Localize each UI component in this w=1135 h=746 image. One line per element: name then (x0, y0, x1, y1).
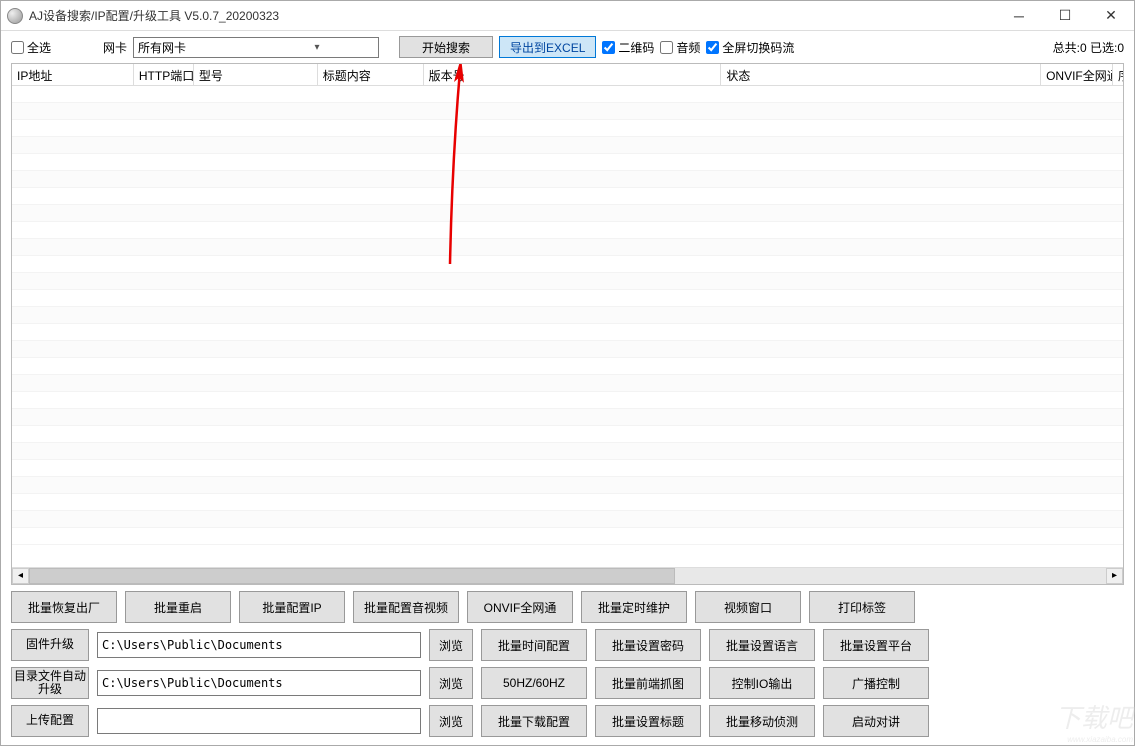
dir-path-input[interactable] (97, 670, 421, 696)
export-excel-button[interactable]: 导出到EXCEL (499, 36, 596, 58)
chevron-down-icon: ▾ (256, 42, 378, 53)
close-button[interactable]: ✕ (1088, 1, 1134, 31)
table-row[interactable] (12, 307, 1123, 324)
start-intercom-button[interactable]: 启动对讲 (823, 705, 929, 737)
scroll-right-icon[interactable]: ▸ (1106, 568, 1123, 584)
horizontal-scrollbar[interactable]: ◂ ▸ (12, 567, 1123, 584)
maximize-button[interactable]: ☐ (1042, 1, 1088, 31)
dir-browse-button[interactable]: 浏览 (429, 667, 473, 699)
start-search-button[interactable]: 开始搜索 (399, 36, 493, 58)
window-title: AJ设备搜索/IP配置/升级工具 V5.0.7_20200323 (29, 7, 279, 24)
dir-auto-upgrade-button[interactable]: 目录文件自动升级 (11, 667, 89, 699)
nic-combobox[interactable]: 所有网卡 ▾ (133, 37, 379, 58)
col-model[interactable]: 型号 (194, 64, 318, 85)
table-row[interactable] (12, 324, 1123, 341)
table-row[interactable] (12, 120, 1123, 137)
batch-factory-reset-button[interactable]: 批量恢复出厂 (11, 591, 117, 623)
table-row[interactable] (12, 256, 1123, 273)
control-io-output-button[interactable]: 控制IO输出 (709, 667, 815, 699)
table-row[interactable] (12, 392, 1123, 409)
table-row[interactable] (12, 443, 1123, 460)
batch-set-password-button[interactable]: 批量设置密码 (595, 629, 701, 661)
table-row[interactable] (12, 188, 1123, 205)
table-row[interactable] (12, 239, 1123, 256)
firmware-upgrade-button[interactable]: 固件升级 (11, 629, 89, 661)
batch-timed-maint-button[interactable]: 批量定时维护 (581, 591, 687, 623)
col-http-port[interactable]: HTTP端口 (134, 64, 194, 85)
firmware-path-input[interactable] (97, 632, 421, 658)
hz-button[interactable]: 50HZ/60HZ (481, 667, 587, 699)
batch-motion-detect-button[interactable]: 批量移动侦测 (709, 705, 815, 737)
dir-auto-row: 目录文件自动升级 浏览 50HZ/60HZ 批量前端抓图 控制IO输出 广播控制 (1, 663, 1134, 701)
batch-reboot-button[interactable]: 批量重启 (125, 591, 231, 623)
table-row[interactable] (12, 86, 1123, 103)
table-row[interactable] (12, 222, 1123, 239)
upload-path-input[interactable] (97, 708, 421, 734)
table-row[interactable] (12, 511, 1123, 528)
batch-set-title-button[interactable]: 批量设置标题 (595, 705, 701, 737)
table-row[interactable] (12, 171, 1123, 188)
batch-front-snapshot-button[interactable]: 批量前端抓图 (595, 667, 701, 699)
table-row[interactable] (12, 494, 1123, 511)
scroll-left-icon[interactable]: ◂ (12, 568, 29, 584)
upload-browse-button[interactable]: 浏览 (429, 705, 473, 737)
audio-checkbox[interactable]: 音频 (660, 39, 700, 56)
table-row[interactable] (12, 375, 1123, 392)
device-table: IP地址 HTTP端口 型号 标题内容 版本号 状态 ONVIF全网通 序列号 (11, 63, 1124, 585)
firmware-row: 固件升级 浏览 批量时间配置 批量设置密码 批量设置语言 批量设置平台 (1, 625, 1134, 663)
table-row[interactable] (12, 205, 1123, 222)
table-row[interactable] (12, 154, 1123, 171)
col-onvif[interactable]: ONVIF全网通 (1041, 64, 1113, 85)
col-title[interactable]: 标题内容 (318, 64, 424, 85)
table-row[interactable] (12, 137, 1123, 154)
print-label-button[interactable]: 打印标签 (809, 591, 915, 623)
col-serial[interactable]: 序列号 (1113, 64, 1123, 85)
minimize-button[interactable]: ─ (996, 1, 1042, 31)
table-row[interactable] (12, 103, 1123, 120)
video-window-button[interactable]: 视频窗口 (695, 591, 801, 623)
table-row[interactable] (12, 528, 1123, 545)
batch-set-platform-button[interactable]: 批量设置平台 (823, 629, 929, 661)
app-icon (7, 8, 23, 24)
table-row[interactable] (12, 477, 1123, 494)
col-version[interactable]: 版本号 (424, 64, 722, 85)
upload-config-button[interactable]: 上传配置 (11, 705, 89, 737)
table-row[interactable] (12, 426, 1123, 443)
toolbar: 全选 网卡 所有网卡 ▾ 开始搜索 导出到EXCEL 二维码 音频 全屏切换码流… (1, 31, 1134, 61)
qrcode-checkbox[interactable]: 二维码 (602, 39, 654, 56)
batch-config-ip-button[interactable]: 批量配置IP (239, 591, 345, 623)
col-ip[interactable]: IP地址 (12, 64, 134, 85)
fullscreen-stream-checkbox[interactable]: 全屏切换码流 (706, 39, 794, 56)
batch-time-config-button[interactable]: 批量时间配置 (481, 629, 587, 661)
table-body (12, 86, 1123, 567)
title-bar: AJ设备搜索/IP配置/升级工具 V5.0.7_20200323 ─ ☐ ✕ (1, 1, 1134, 31)
table-row[interactable] (12, 358, 1123, 375)
onvif-button[interactable]: ONVIF全网通 (467, 591, 573, 623)
batch-download-config-button[interactable]: 批量下载配置 (481, 705, 587, 737)
select-all-checkbox[interactable]: 全选 (11, 39, 51, 56)
table-row[interactable] (12, 341, 1123, 358)
action-row-1: 批量恢复出厂 批量重启 批量配置IP 批量配置音视频 ONVIF全网通 批量定时… (1, 585, 1134, 625)
nic-label: 网卡 (103, 39, 127, 56)
table-row[interactable] (12, 273, 1123, 290)
upload-row: 上传配置 浏览 批量下载配置 批量设置标题 批量移动侦测 启动对讲 (1, 701, 1134, 745)
table-row[interactable] (12, 409, 1123, 426)
batch-set-language-button[interactable]: 批量设置语言 (709, 629, 815, 661)
col-status[interactable]: 状态 (721, 64, 1041, 85)
table-header: IP地址 HTTP端口 型号 标题内容 版本号 状态 ONVIF全网通 序列号 (12, 64, 1123, 86)
table-row[interactable] (12, 290, 1123, 307)
count-status: 总共:0 已选:0 (1053, 39, 1124, 56)
select-all-label: 全选 (27, 39, 51, 56)
batch-config-av-button[interactable]: 批量配置音视频 (353, 591, 459, 623)
nic-value: 所有网卡 (134, 39, 256, 56)
firmware-browse-button[interactable]: 浏览 (429, 629, 473, 661)
table-row[interactable] (12, 460, 1123, 477)
broadcast-control-button[interactable]: 广播控制 (823, 667, 929, 699)
